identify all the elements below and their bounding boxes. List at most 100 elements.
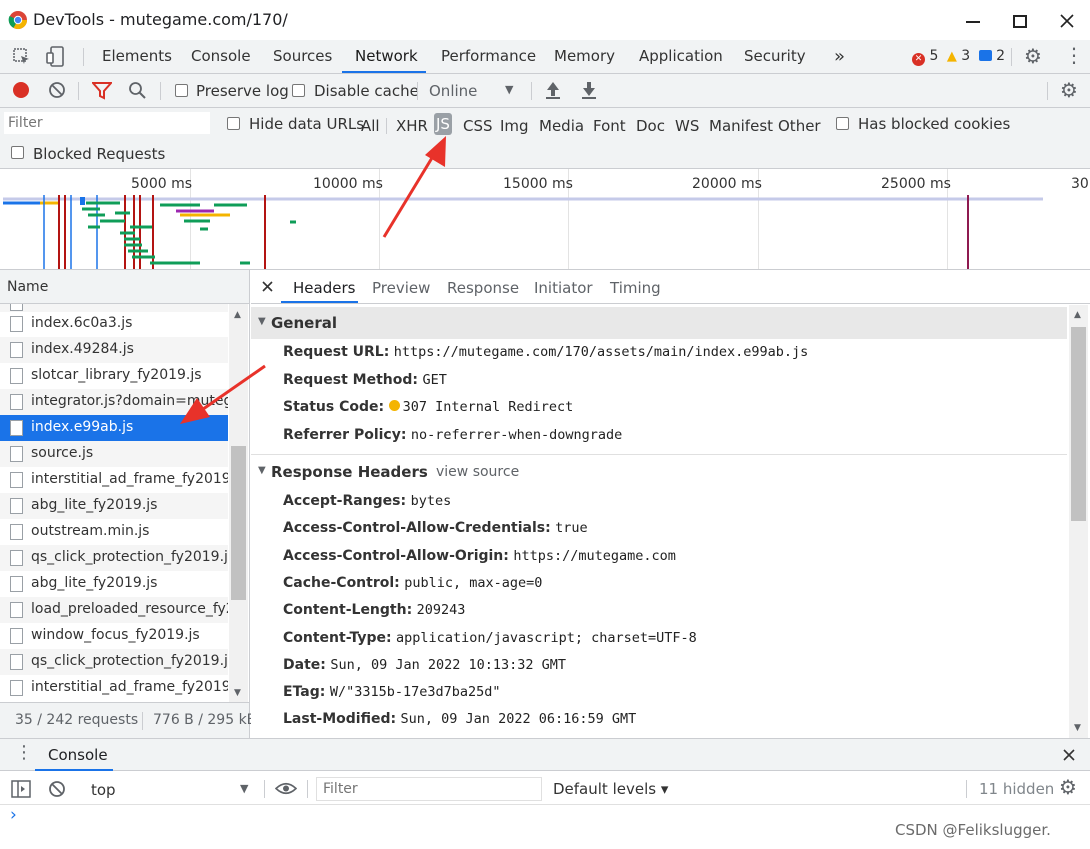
tab-response[interactable]: Response [447,279,519,297]
filter-type-js[interactable]: JS [434,113,452,135]
toolbar-divider [307,780,308,798]
tab-security[interactable]: Security [744,40,806,73]
tab-memory[interactable]: Memory [554,40,615,73]
show-sidebar-icon[interactable] [11,780,31,798]
general-section-header[interactable]: ▼ General [251,307,1067,339]
request-row[interactable]: interstitial_ad_frame_fy2019.js [0,675,228,701]
filter-type-img[interactable]: Img [500,117,529,135]
tab-network[interactable]: Network [355,40,418,73]
request-row[interactable]: qs_click_protection_fy2019.js [0,649,228,675]
file-icon [10,576,23,592]
close-detail-icon[interactable] [262,281,273,292]
request-row[interactable]: interstitial_ad_frame_fy2019.js [0,467,228,493]
filter-icon[interactable] [92,81,112,100]
disable-cache-checkbox[interactable] [292,84,305,97]
filter-type-media[interactable]: Media [539,117,584,135]
tab-timing[interactable]: Timing [610,279,661,297]
console-prompt[interactable]: › [10,805,17,825]
live-expression-eye-icon[interactable] [275,781,297,796]
toolbar-divider [142,712,143,730]
request-list-scrollbar[interactable]: ▲ ▼ [229,304,248,702]
console-settings-gear-icon[interactable]: ⚙ [1059,775,1077,799]
request-row[interactable]: abg_lite_fy2019.js [0,493,228,519]
log-levels-dropdown[interactable]: Default levels ▾ [553,780,668,798]
filter-type-css[interactable]: CSS [463,117,493,135]
more-options-icon[interactable]: ⋮ [1064,44,1084,66]
network-settings-gear-icon[interactable]: ⚙ [1060,78,1078,102]
header-row: Status Code: 307 Internal Redirect [283,399,573,415]
request-row[interactable]: qs_click_protection_fy2019.js [0,545,228,571]
device-toolbar-icon[interactable] [46,46,66,68]
request-row[interactable]: index.49284.js [0,337,228,363]
request-row[interactable]: integrator.js?domain=mutega [0,389,228,415]
toolbar-divider [417,82,418,100]
scroll-up-icon[interactable]: ▲ [1074,310,1081,320]
maximize-button[interactable] [1003,6,1037,36]
search-icon[interactable] [128,81,147,100]
throttling-select[interactable]: Online ▼ [428,80,518,102]
header-value: no-referrer-when-downgrade [410,426,623,443]
import-har-icon[interactable] [545,81,561,100]
header-name: Referrer Policy: [283,426,407,443]
response-headers-section-header[interactable]: ▼ Response Headers view source [251,456,1067,488]
clear-icon[interactable] [48,81,66,99]
inspect-element-icon[interactable] [12,47,32,67]
minimize-button[interactable] [956,6,990,36]
tab-application[interactable]: Application [639,40,723,73]
filter-type-all[interactable]: All [361,117,380,135]
tab-performance[interactable]: Performance [441,40,536,73]
preserve-log-checkbox[interactable] [175,84,188,97]
file-icon [10,472,23,488]
detail-scrollbar[interactable]: ▲ ▼ [1069,305,1088,738]
more-tabs-button[interactable]: » [834,40,845,73]
filter-type-doc[interactable]: Doc [636,117,665,135]
request-row[interactable]: abg_lite_fy2019.js [0,571,228,597]
filter-type-font[interactable]: Font [593,117,626,135]
hide-data-urls-checkbox[interactable] [227,117,240,130]
filter-bar: Hide data URLs All XHR JS CSS Img Media … [0,108,1090,169]
tab-preview[interactable]: Preview [372,279,430,297]
close-drawer-icon[interactable] [1063,749,1075,761]
file-icon [10,394,23,410]
filter-type-ws[interactable]: WS [675,117,699,135]
tab-initiator[interactable]: Initiator [534,279,593,297]
clear-console-icon[interactable] [48,780,66,798]
record-icon[interactable] [13,82,29,98]
has-blocked-cookies-checkbox[interactable] [836,117,849,130]
request-row[interactable]: outstream.min.js [0,519,228,545]
network-overview-timeline[interactable]: 5000 ms 10000 ms 15000 ms 20000 ms 25000… [0,169,1090,270]
export-har-icon[interactable] [581,81,597,100]
header-row: Request URL: https://mutegame.com/170/as… [283,344,808,360]
request-name: index.e99ab.js [31,419,134,435]
tab-headers[interactable]: Headers [293,279,355,297]
context-select[interactable]: top ▼ [80,780,258,800]
console-filter-input[interactable] [316,777,542,801]
blocked-requests-checkbox[interactable] [11,146,24,159]
settings-gear-icon[interactable]: ⚙ [1024,44,1042,68]
scrollbar-thumb[interactable] [1071,327,1086,521]
request-row[interactable]: index.6c0a3.js [0,311,228,337]
scroll-up-icon[interactable]: ▲ [234,310,241,320]
request-row[interactable]: slotcar_library_fy2019.js [0,363,228,389]
request-row[interactable]: index.e99ab.js [0,415,228,441]
drawer-tab-console[interactable]: Console [48,746,108,764]
filter-type-xhr[interactable]: XHR [396,117,428,135]
scrollbar-thumb[interactable] [231,446,246,600]
filter-type-other[interactable]: Other [778,117,821,135]
scroll-down-icon[interactable]: ▼ [1074,723,1081,733]
view-source-link[interactable]: view source [436,464,519,480]
header-name: Access-Control-Allow-Origin: [283,547,509,564]
name-column-header[interactable]: Name [0,270,249,304]
close-window-button[interactable] [1050,6,1084,36]
scroll-down-icon[interactable]: ▼ [234,688,241,698]
tab-elements[interactable]: Elements [102,40,172,73]
request-row[interactable]: source.js [0,441,228,467]
issues-counter[interactable]: ✕ 5 ▲ 3 2 [912,48,1005,66]
request-row[interactable]: window_focus_fy2019.js [0,623,228,649]
tab-console[interactable]: Console [191,40,251,73]
filter-type-manifest[interactable]: Manifest [709,117,773,135]
request-row[interactable]: load_preloaded_resource_fy20 [0,597,228,623]
drawer-menu-icon[interactable]: ⋮ [15,742,33,763]
tab-sources[interactable]: Sources [273,40,332,73]
filter-input[interactable] [4,112,210,134]
